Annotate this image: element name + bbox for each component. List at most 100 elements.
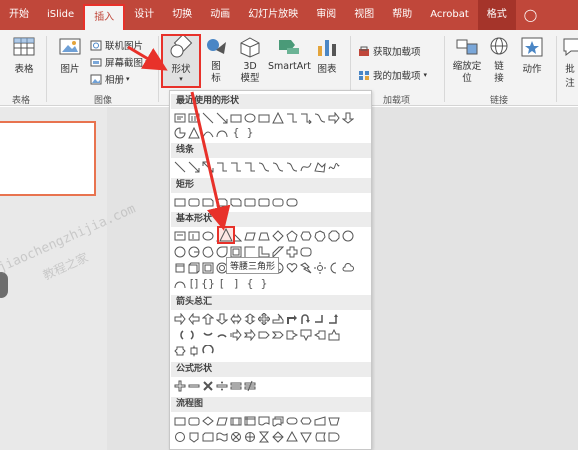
round1-rectangle-shape[interactable] (257, 195, 271, 209)
pentagon-shape[interactable] (285, 229, 299, 243)
isosceles-triangle-highlight[interactable] (217, 226, 235, 244)
flowchart-or-shape[interactable] (243, 430, 257, 444)
quad-callout-arrow-shape[interactable] (187, 344, 201, 358)
plaque-shape[interactable] (299, 245, 313, 259)
flowchart-punched-tape-shape[interactable] (215, 430, 229, 444)
flowchart-manual-operation-shape[interactable] (327, 414, 341, 428)
striped-right-arrow-shape[interactable] (229, 328, 243, 342)
tab-view[interactable]: 视图 (345, 0, 383, 30)
bent-arrow-shape[interactable] (285, 312, 299, 326)
left-brace-shape[interactable]: { (229, 126, 243, 140)
smartart-button[interactable]: SmartArt (268, 36, 311, 72)
elbow-arrow-shape[interactable] (299, 111, 313, 125)
flowchart-summing-junction-shape[interactable] (229, 430, 243, 444)
up-down-arrow-shape[interactable] (243, 312, 257, 326)
tab-review[interactable]: 审阅 (307, 0, 345, 30)
bent-up-arrow-shape[interactable] (327, 312, 341, 326)
pentagon-arrow-shape[interactable] (257, 328, 271, 342)
freeform-shape[interactable] (313, 160, 327, 174)
curved-left-arrow-shape[interactable] (187, 328, 201, 342)
curved-double-arrow-shape[interactable] (285, 160, 299, 174)
flowchart-card-shape[interactable] (201, 430, 215, 444)
notched-right-arrow-shape[interactable] (243, 328, 257, 342)
line-shape[interactable] (201, 111, 215, 125)
right-arrow-shape[interactable] (327, 111, 341, 125)
left-right-callout-arrow-shape[interactable] (173, 344, 187, 358)
snip-rectangle-shape[interactable] (201, 195, 215, 209)
cube-shape[interactable] (187, 261, 201, 275)
double-bracket-shape[interactable]: [] (187, 277, 201, 291)
tab-design[interactable]: 设计 (125, 0, 163, 30)
flowchart-decision-shape[interactable] (201, 414, 215, 428)
flowchart-multidocument-shape[interactable] (271, 414, 285, 428)
tab-acrobat[interactable]: Acrobat (421, 0, 478, 30)
sun-shape[interactable] (313, 261, 327, 275)
screenshot-button[interactable]: 屏幕截图 ▾ (90, 55, 149, 69)
left-right-arrow-shape[interactable] (229, 312, 243, 326)
round-diagonal-rectangle-shape[interactable] (285, 195, 299, 209)
right-brace-shape[interactable]: } (257, 277, 271, 291)
tab-format[interactable]: 格式 (477, 0, 516, 30)
equal-shape[interactable] (229, 379, 243, 393)
left-up-arrow-shape[interactable] (313, 312, 327, 326)
curve-shape[interactable] (299, 160, 313, 174)
curved-connector-shape[interactable] (257, 160, 271, 174)
tab-help[interactable]: 帮助 (383, 0, 421, 30)
arc-shape[interactable] (215, 126, 229, 140)
down-arrow-shape[interactable] (215, 312, 229, 326)
snip2-rectangle-shape[interactable] (215, 195, 229, 209)
3d-models-button[interactable]: 3D 模型 (236, 36, 264, 85)
flowchart-process-shape[interactable] (173, 414, 187, 428)
slide-thumbnail[interactable] (0, 121, 96, 196)
arrow-line-shape[interactable] (215, 111, 229, 125)
scribble-shape[interactable] (327, 160, 341, 174)
moon-shape[interactable] (327, 261, 341, 275)
cloud-shape[interactable] (341, 261, 355, 275)
hexagon-shape[interactable] (299, 229, 313, 243)
elbow-double-arrow-shape[interactable] (243, 160, 257, 174)
tab-insert[interactable]: 插入 (83, 4, 126, 30)
left-callout-arrow-shape[interactable] (313, 328, 327, 342)
round2-rectangle-shape[interactable] (271, 195, 285, 209)
tab-slideshow[interactable]: 幻灯片放映 (239, 0, 307, 30)
triangle-shape[interactable] (187, 126, 201, 140)
flowchart-alternate-process-shape[interactable] (187, 414, 201, 428)
rectangle-shape[interactable] (257, 111, 271, 125)
cross-shape[interactable] (285, 245, 299, 259)
right-bracket-shape[interactable]: ] (229, 277, 243, 291)
flowchart-extract-shape[interactable] (285, 430, 299, 444)
flowchart-stored-data-shape[interactable] (313, 430, 327, 444)
elbow-connector-shape[interactable] (215, 160, 229, 174)
link-button[interactable]: 链接 (488, 36, 510, 85)
dodecagon-shape[interactable] (173, 245, 187, 259)
right-arrow-shape[interactable] (173, 312, 187, 326)
triangle-shape[interactable] (271, 111, 285, 125)
comment-button[interactable]: 批注 (562, 36, 578, 89)
decagon-shape[interactable] (341, 229, 355, 243)
down-callout-arrow-shape[interactable] (299, 328, 313, 342)
shapes-button-overlay[interactable]: 形状 ▾ (166, 33, 196, 83)
can-shape[interactable] (173, 261, 187, 275)
parallelogram-shape[interactable] (243, 229, 257, 243)
divide-shape[interactable] (215, 379, 229, 393)
flowchart-delay-shape[interactable] (327, 430, 341, 444)
flowchart-collate-shape[interactable] (257, 430, 271, 444)
zoom-button[interactable]: 缩放定位 (450, 36, 484, 85)
chord-shape[interactable] (201, 245, 215, 259)
chart-button[interactable]: 图表 (314, 36, 340, 75)
flowchart-terminator-shape[interactable] (285, 414, 299, 428)
my-addins-button[interactable]: 我的加载项 ▾ (358, 68, 427, 82)
pie-shape[interactable] (173, 126, 187, 140)
plus-shape[interactable] (173, 379, 187, 393)
flowchart-connector-shape[interactable] (173, 430, 187, 444)
tab-islide[interactable]: iSlide (38, 0, 83, 30)
icons-button[interactable]: 图标 (204, 36, 228, 85)
right-callout-arrow-shape[interactable] (285, 328, 299, 342)
arrow-line-shape[interactable] (187, 160, 201, 174)
table-button[interactable]: 表格 (12, 36, 36, 75)
left-right-up-arrow-shape[interactable] (271, 312, 285, 326)
u-turn-arrow-shape[interactable] (299, 312, 313, 326)
curved-up-arrow-shape[interactable] (201, 328, 215, 342)
up-callout-arrow-shape[interactable] (327, 328, 341, 342)
curved-right-arrow-shape[interactable] (173, 328, 187, 342)
